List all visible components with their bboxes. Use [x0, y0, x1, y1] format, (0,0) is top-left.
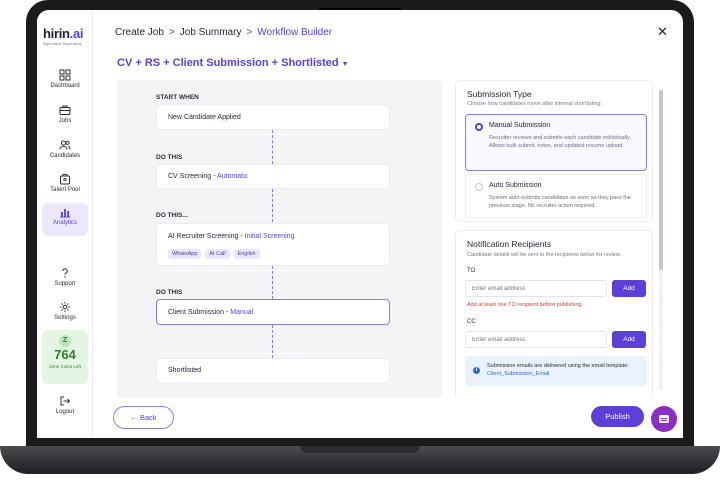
sidebar-item-label: Talent Pool — [50, 187, 80, 193]
logout-icon — [60, 396, 71, 406]
coins-card: Z 764 Zene Coins Left — [42, 330, 88, 384]
sidebar-item-talent-pool[interactable]: Talent Pool — [42, 170, 88, 202]
error-message: Add at least one TO recipient before pub… — [467, 302, 583, 308]
breadcrumb: Create Job > Job Summary > Workflow Builder — [115, 27, 333, 38]
option-manual-submission[interactable]: Manual Submission Recruiter reviews and … — [465, 114, 647, 171]
dashboard-icon — [59, 69, 71, 81]
breadcrumb-workflow-builder: Workflow Builder — [257, 27, 333, 38]
info-icon: i — [473, 367, 480, 374]
sidebar-item-label: Support — [54, 281, 76, 287]
breadcrumb-create-job[interactable]: Create Job — [115, 27, 164, 38]
radio-selected[interactable] — [475, 123, 483, 131]
sidebar-item-jobs[interactable]: Jobs — [42, 101, 88, 133]
briefcase-icon — [59, 105, 71, 115]
to-email-input[interactable] — [465, 280, 607, 297]
coins-label: Zene Coins Left — [49, 364, 81, 369]
submission-type-section: Submission Type Choose how candidates mo… — [455, 80, 653, 222]
step-label: DO THIS... — [156, 212, 188, 219]
to-label: TO — [467, 268, 476, 274]
chat-icon — [659, 415, 669, 423]
coins-value: 764 — [54, 347, 76, 362]
connector-line — [272, 189, 273, 222]
gear-icon — [60, 302, 70, 312]
step-card-ai-recruiter[interactable]: AI Recruiter Screening - Initial Screeni… — [156, 223, 390, 266]
sidebar-item-label: Analytics — [52, 220, 77, 226]
sidebar-item-candidates[interactable]: Candidates — [42, 136, 88, 168]
settings-panel: Submission Type Choose how candidates mo… — [455, 80, 665, 398]
option-auto-submission[interactable]: Auto Submission System auto-submits cand… — [465, 174, 647, 218]
logo-tagline: Right talent. Rapid hiring. — [43, 42, 83, 46]
section-title: Submission Type — [467, 89, 532, 99]
section-title: Notification Recipients — [467, 239, 552, 249]
talent-pool-icon — [60, 174, 70, 185]
sidebar-item-dashboard[interactable]: Dashboard — [42, 66, 88, 98]
channel-chips: WhatsApp AI Call English — [168, 249, 264, 259]
info-banner: i Submission emails are delivered using … — [465, 356, 647, 386]
step-card-trigger[interactable]: New Candidate Applied — [156, 105, 390, 130]
chip: AI Call — [205, 249, 230, 259]
publish-button[interactable]: Publish — [591, 406, 644, 427]
logo[interactable]: hirin.ai Right talent. Rapid hiring. — [43, 26, 89, 46]
bar-chart-icon — [60, 209, 70, 218]
step-card-client-submission[interactable]: Client Submission - Manual — [156, 299, 390, 325]
app-screen: hirin.ai Right talent. Rapid hiring. Das… — [37, 10, 683, 438]
scrollbar-thumb[interactable] — [659, 90, 663, 270]
step-label: DO THIS — [156, 289, 183, 296]
chevron-down-icon: ▼ — [341, 61, 349, 68]
workflow-title: CV + RS + Client Submission + Shortliste… — [117, 57, 339, 69]
connector-line — [272, 266, 273, 299]
sidebar-item-settings[interactable]: Settings — [42, 298, 88, 330]
section-subtitle: Choose how candidates move after interna… — [467, 101, 603, 107]
step-card-cv-screening[interactable]: CV Screening - Automatic — [156, 164, 390, 189]
chip: WhatsApp — [168, 249, 202, 259]
step-label: START WHEN — [156, 94, 199, 101]
radio-unselected[interactable] — [475, 183, 483, 191]
help-icon — [62, 268, 68, 278]
coin-icon: Z — [59, 335, 71, 347]
add-cc-button[interactable]: Add — [612, 331, 646, 348]
chat-button[interactable] — [651, 406, 677, 432]
laptop-lip — [300, 446, 420, 453]
sidebar: hirin.ai Right talent. Rapid hiring. Das… — [37, 10, 93, 438]
back-button[interactable]: ← Back — [113, 406, 174, 429]
users-icon — [59, 140, 71, 150]
logo-text: hirin.ai — [43, 26, 84, 41]
connector-line — [272, 325, 273, 358]
sidebar-item-label: Candidates — [49, 153, 81, 159]
sidebar-item-logout[interactable]: Logout — [42, 392, 88, 424]
step-label: DO THIS — [156, 154, 183, 161]
chip: English — [233, 249, 260, 259]
cc-label: CC — [467, 319, 476, 325]
section-subtitle: Candidate details will be sent to the re… — [467, 252, 622, 258]
cc-email-input[interactable] — [465, 331, 607, 348]
close-icon[interactable]: ✕ — [657, 24, 668, 40]
workflow-canvas: START WHEN New Candidate Applied DO THIS… — [117, 80, 442, 398]
sidebar-item-support[interactable]: Support — [42, 264, 88, 296]
sidebar-item-label: Jobs — [58, 118, 72, 124]
step-card-shortlisted[interactable]: Shortlisted — [156, 358, 390, 383]
breadcrumb-job-summary[interactable]: Job Summary — [180, 27, 242, 38]
sidebar-item-label: Settings — [54, 315, 76, 321]
sidebar-item-label: Logout — [55, 409, 75, 415]
notification-recipients-section: Notification Recipients Candidate detail… — [455, 230, 653, 398]
add-to-button[interactable]: Add — [612, 280, 646, 297]
connector-line — [272, 130, 273, 164]
sidebar-item-analytics[interactable]: Analytics — [42, 203, 88, 236]
sidebar-item-label: Dashboard — [50, 83, 80, 89]
template-name: Client_Submission_Email — [487, 371, 550, 377]
laptop-frame: hirin.ai Right talent. Rapid hiring. Das… — [0, 0, 720, 480]
workflow-selector[interactable]: CV + RS + Client Submission + Shortliste… — [117, 57, 349, 69]
